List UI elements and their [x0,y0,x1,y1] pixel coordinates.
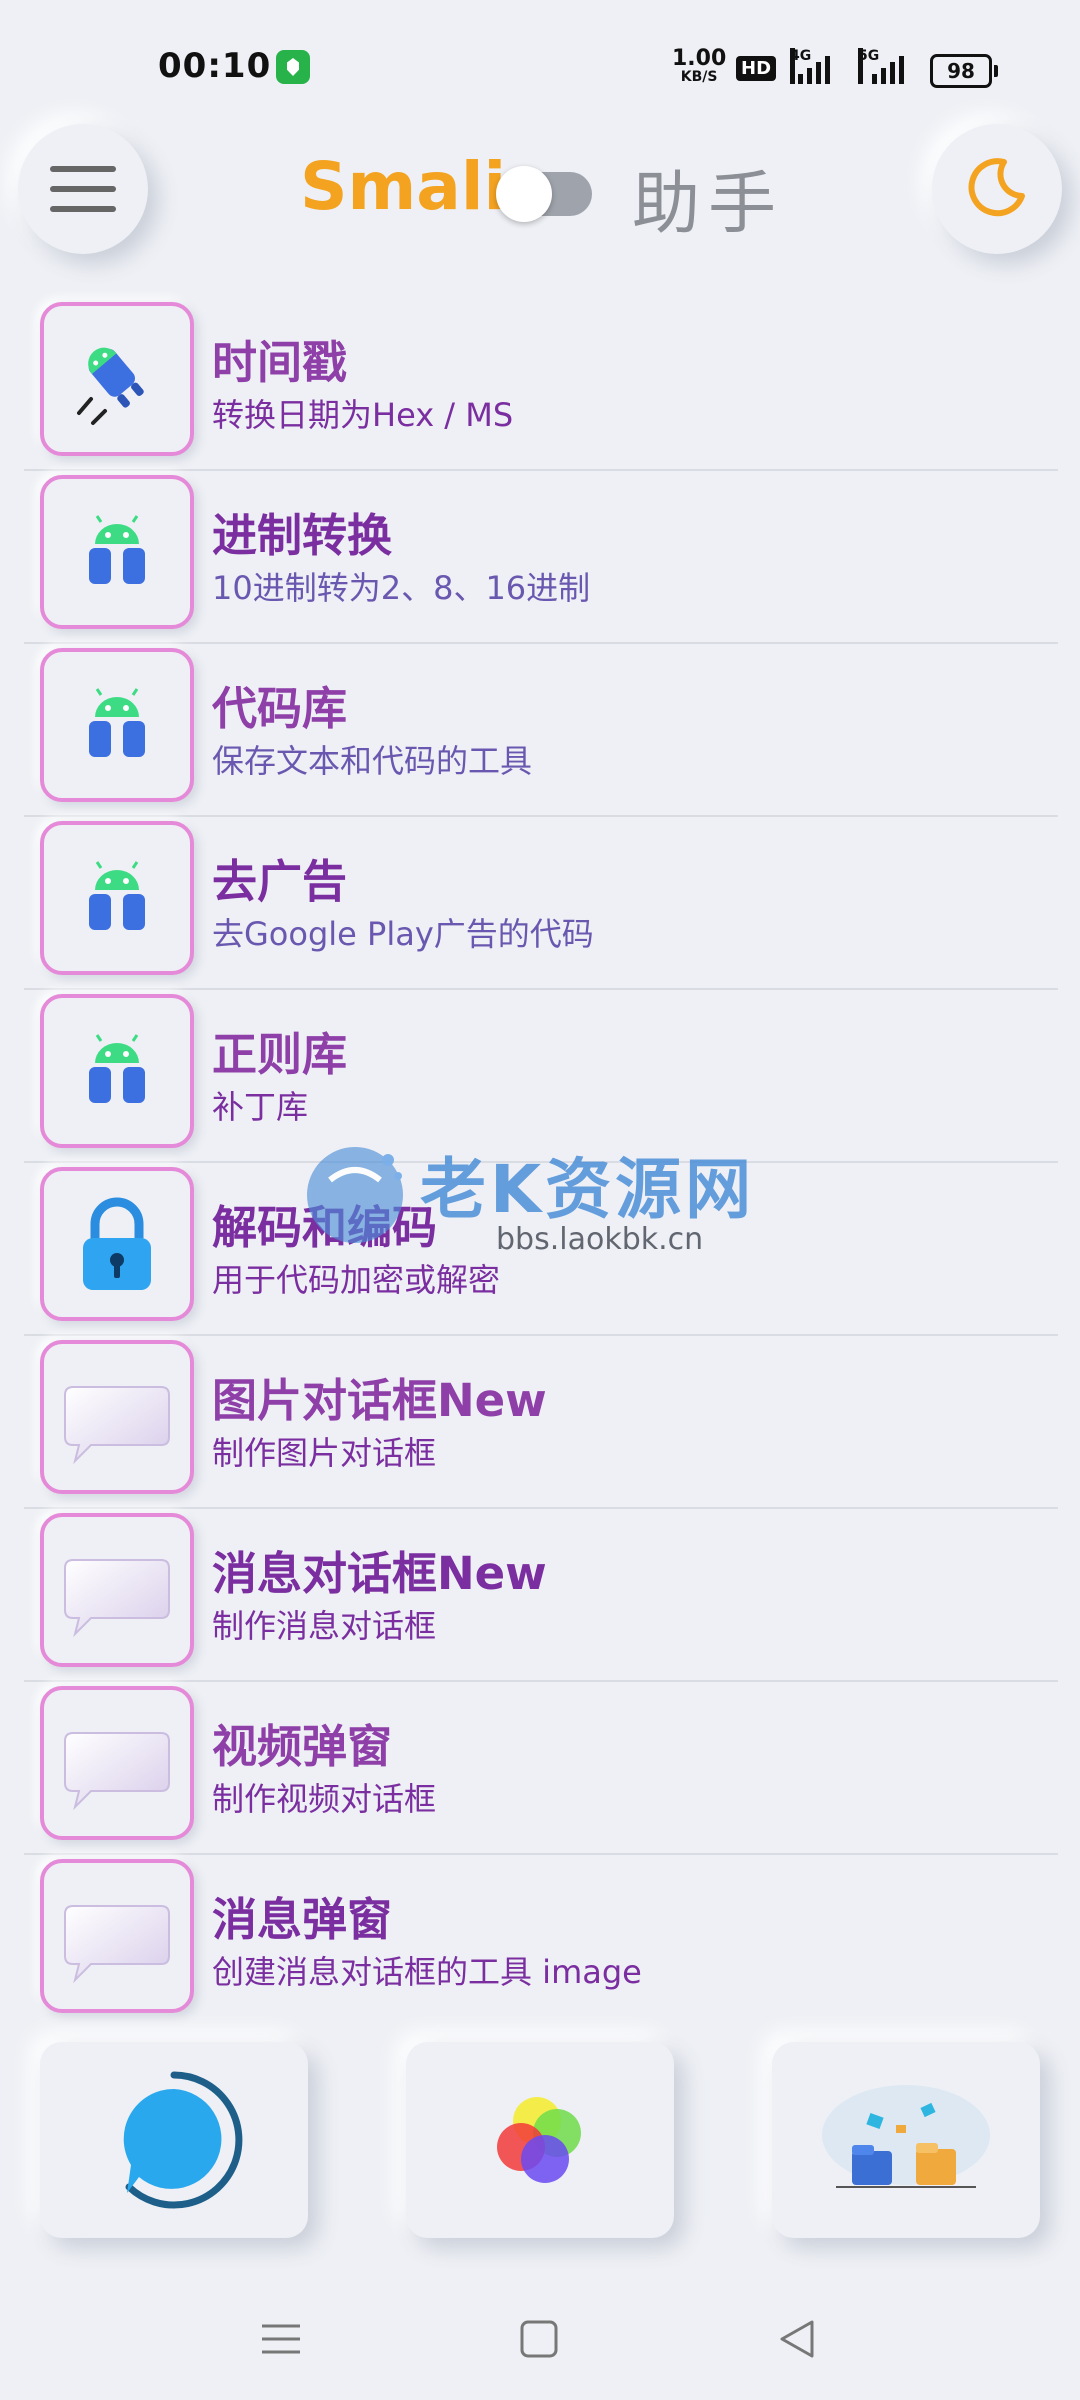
home-square-icon[interactable] [504,2304,574,2374]
sim1-network-label: 4G [790,48,811,84]
system-nav-bar [0,2280,1080,2400]
tool-title: 图片对话框New [212,1374,547,1427]
tool-item-regex-library[interactable]: 正则库 补丁库 [24,990,1058,1163]
tool-icon-frame [40,821,194,975]
app-title-left: Smali [300,148,507,225]
tool-title: 进制转换 [212,509,393,562]
android-rocket-icon [77,347,144,425]
android-robot-icon [89,1034,145,1103]
tool-icon-frame [40,1513,194,1667]
tool-title: 消息弹窗 [212,1893,393,1946]
dialog-bubble-icon [64,1559,170,1638]
tool-title: 解码和编码 [212,1201,438,1254]
color-circles-icon [497,2097,581,2183]
tool-subtitle: 保存文本和代码的工具 [212,742,533,780]
tool-subtitle: 补丁库 [212,1088,309,1126]
tool-title: 视频弹窗 [212,1720,393,1773]
shield-icon [276,50,310,84]
tool-item-code-library[interactable]: 代码库 保存文本和代码的工具 [24,644,1058,817]
tool-subtitle: 制作消息对话框 [212,1607,437,1645]
tool-item-encode-decode[interactable]: 解码和编码 用于代码加密或解密 [24,1163,1058,1336]
theme-toggle-button[interactable] [932,124,1062,254]
tool-title: 代码库 [212,682,348,735]
lock-icon [83,1197,151,1290]
tool-item-video-popup[interactable]: 视频弹窗 制作视频对话框 [24,1682,1058,1855]
recents-menu-icon[interactable] [246,2304,316,2374]
tool-icon-frame [40,1859,194,2013]
hamburger-menu-icon [50,166,116,212]
tool-subtitle: 制作图片对话框 [212,1434,437,1472]
app-title-right: 助手 [632,165,785,244]
tool-icon-frame [40,994,194,1148]
tool-item-image-dialog[interactable]: 图片对话框New 制作图片对话框 [24,1336,1058,1509]
dialog-bubble-icon [64,1732,170,1811]
chat-bubble-icon [123,2071,243,2209]
dialog-bubble-icon [64,1905,170,1984]
toggle-knob [496,166,552,222]
bottom-card-chat[interactable] [40,2042,308,2238]
signal-icon-sim2: 5G [858,48,908,84]
bottom-card-folders[interactable] [772,2042,1040,2238]
tool-subtitle: 制作视频对话框 [212,1780,437,1818]
tool-subtitle: 创建消息对话框的工具 image [212,1953,642,1991]
app-title: Smali 助手 [300,148,820,244]
tool-subtitle: 去Google Play广告的代码 [212,915,594,953]
status-time: 00:10 [158,46,272,86]
android-robot-icon [89,515,145,584]
moon-icon [968,158,1025,217]
tool-list: 时间戳 转换日期为Hex / MS 进制转换 10进制转为2、8、16进制 代码… [24,298,1058,2026]
tool-icon-frame [40,648,194,802]
back-triangle-icon[interactable] [762,2304,832,2374]
signal-icon-sim1: 4G [790,48,836,84]
hd-badge: HD [736,56,777,81]
tool-title: 消息对话框New [212,1547,547,1600]
tool-icon-frame [40,1340,194,1494]
android-robot-icon [89,861,145,930]
tool-item-message-dialog[interactable]: 消息对话框New 制作消息对话框 [24,1509,1058,1682]
tool-title: 正则库 [212,1028,348,1081]
tool-icon-frame [40,302,194,456]
android-robot-icon [89,688,145,757]
tool-item-message-popup[interactable]: 消息弹窗 创建消息对话框的工具 image [24,1855,1058,2026]
menu-button[interactable] [18,124,148,254]
tool-item-remove-ads[interactable]: 去广告 去Google Play广告的代码 [24,817,1058,990]
bottom-card-colors[interactable] [406,2042,674,2238]
tool-subtitle: 10进制转为2、8、16进制 [212,569,591,607]
tool-title: 时间戳 [212,336,348,389]
tool-icon-frame [40,1686,194,1840]
tool-icon-frame [40,475,194,629]
status-bar: 00:10 1.00 KB/S HD 4G 5G 98 [0,0,1080,130]
dialog-bubble-icon [64,1386,170,1465]
tool-icon-frame [40,1167,194,1321]
tool-title: 去广告 [212,855,348,908]
tool-subtitle: 用于代码加密或解密 [212,1261,501,1299]
folders-illustration-icon [822,2085,990,2188]
battery-icon: 98 [930,54,998,88]
tool-item-base-convert[interactable]: 进制转换 10进制转为2、8、16进制 [24,471,1058,644]
tool-item-timestamp[interactable]: 时间戳 转换日期为Hex / MS [24,298,1058,471]
network-speed: 1.00 KB/S [672,48,726,86]
tool-subtitle: 转换日期为Hex / MS [212,396,514,434]
title-toggle-switch[interactable] [496,166,592,222]
sim2-network-label: 5G [858,48,879,84]
